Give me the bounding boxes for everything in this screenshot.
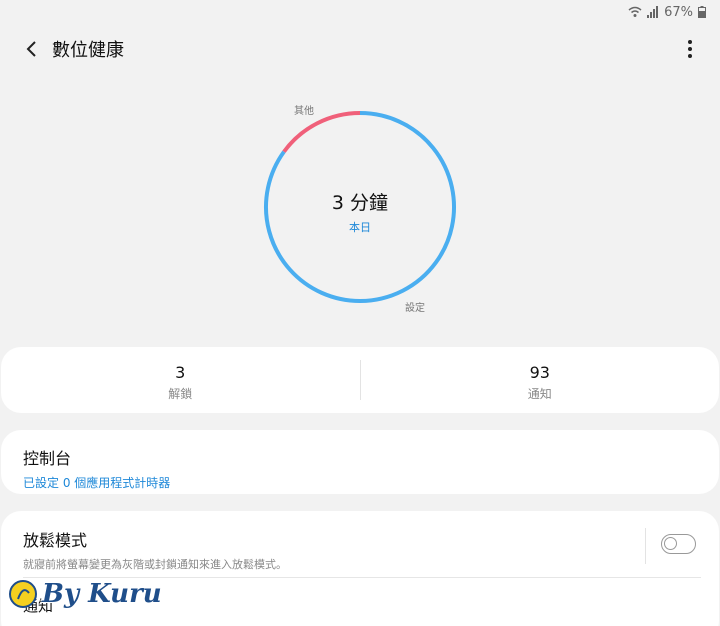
dashboard-subtitle: 已設定 0 個應用程式計時器	[23, 476, 171, 490]
signal-icon	[647, 6, 659, 18]
notifications-label: 通知	[527, 387, 552, 401]
back-arrow-icon	[26, 41, 36, 57]
ring-label-0: 其他	[294, 104, 314, 117]
app-bar: 數位健康	[0, 28, 720, 70]
usage-summary: 3 分鐘 本日	[260, 188, 460, 235]
battery-percent: 67%	[664, 4, 693, 20]
wind-down-toggle[interactable]	[661, 534, 696, 554]
dashboard-title: 控制台	[23, 449, 72, 468]
unlocks-stat[interactable]: 3 解鎖	[1, 347, 360, 413]
notifications-stat[interactable]: 93 通知	[361, 347, 720, 413]
stats-card: 3 解鎖 93 通知	[1, 347, 719, 413]
unlocks-label: 解鎖	[168, 387, 193, 401]
wind-down-description: 就寢前將螢幕變更為灰階或封鎖通知來進入放鬆模式。	[23, 558, 287, 571]
watermark-text: By Kuru	[42, 579, 162, 609]
more-options-button[interactable]	[678, 36, 702, 62]
wifi-icon	[628, 6, 642, 17]
status-bar: 67%	[0, 0, 720, 24]
ring-segment-0	[282, 111, 361, 153]
more-vert-icon	[688, 40, 692, 44]
toggle-knob	[664, 537, 677, 550]
usage-total: 3 分鐘	[331, 192, 389, 214]
usage-period: 本日	[349, 221, 371, 234]
wind-down-divider	[645, 528, 646, 564]
page-title: 數位健康	[52, 40, 124, 61]
watermark: By Kuru	[8, 574, 162, 614]
usage-chart[interactable]: 其他設定 3 分鐘 本日	[0, 90, 720, 330]
notifications-count: 93	[529, 363, 550, 382]
dashboard-card[interactable]: 控制台 已設定 0 個應用程式計時器	[1, 430, 719, 494]
back-button[interactable]	[16, 34, 46, 64]
unlocks-count: 3	[175, 363, 186, 382]
battery-icon	[698, 6, 706, 18]
wind-down-row[interactable]: 放鬆模式 就寢前將螢幕變更為灰階或封鎖通知來進入放鬆模式。	[23, 527, 623, 572]
watermark-logo-icon	[9, 580, 37, 608]
wind-down-title: 放鬆模式	[23, 531, 88, 550]
ring-label-1: 設定	[405, 301, 425, 314]
